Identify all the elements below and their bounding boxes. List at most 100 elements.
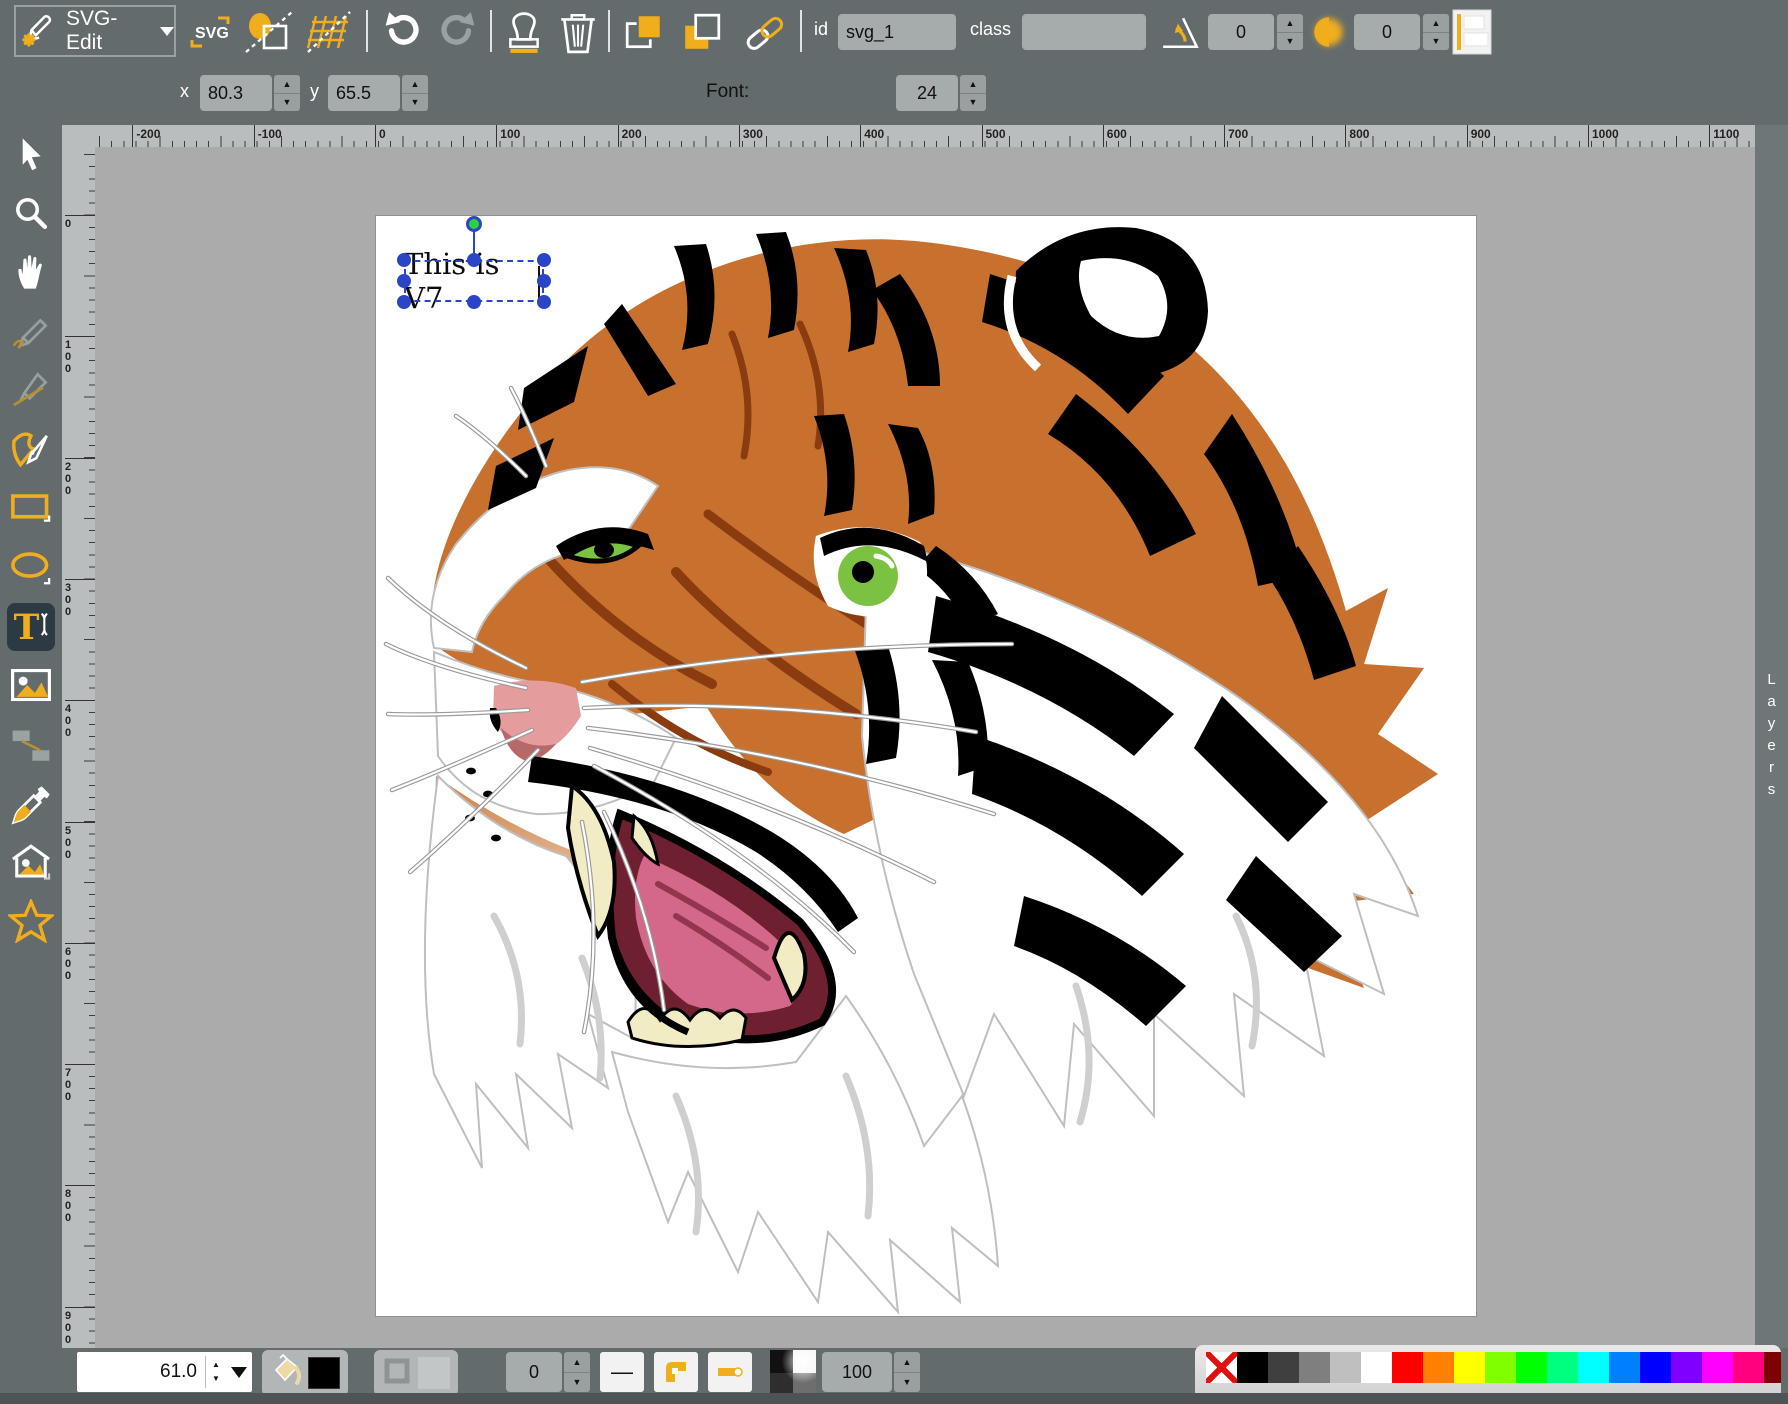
hruler-label--100: -100	[254, 125, 282, 147]
rotation-input[interactable]	[1208, 14, 1274, 50]
selection-handle-ne[interactable]	[537, 253, 551, 267]
undo-button[interactable]	[378, 8, 426, 56]
stroke-color-group	[374, 1350, 458, 1396]
pan-tool-button[interactable]	[7, 247, 55, 295]
palette-swatch-#0000ff[interactable]	[1640, 1352, 1671, 1383]
linejoin-button[interactable]	[654, 1352, 698, 1392]
hruler-label-800: 800	[1345, 125, 1369, 147]
vruler-label-200: 200	[65, 458, 95, 497]
id-input[interactable]	[838, 14, 956, 50]
selection-handle-sw[interactable]	[397, 295, 411, 309]
star-tool-button[interactable]	[7, 897, 55, 945]
zoom-control[interactable]: 61.0 ▲▼	[77, 1352, 252, 1392]
blur-spinner[interactable]: ▲▼	[1423, 14, 1449, 50]
ellipse-tool-button[interactable]	[7, 545, 55, 593]
layers-panel-toggle[interactable]: Layers	[1755, 125, 1788, 1348]
rotation-spinner[interactable]: ▲▼	[1277, 14, 1303, 50]
selection-handle-se[interactable]	[537, 295, 551, 309]
zoom-value: 61.0	[77, 1361, 205, 1383]
image-properties-button[interactable]	[242, 8, 296, 56]
font-size-spinner[interactable]: ▲▼	[960, 75, 986, 111]
stroke-color-swatch[interactable]	[418, 1357, 450, 1389]
palette-swatch-#3f3f3f[interactable]	[1268, 1352, 1299, 1383]
x-spinner[interactable]: ▲▼	[274, 75, 300, 111]
class-label: class	[970, 19, 1011, 40]
palette-swatch-#ff7f00[interactable]	[1423, 1352, 1454, 1383]
selection-handle-e[interactable]	[537, 274, 551, 288]
line-tool-button[interactable]	[7, 365, 55, 413]
vruler-label-600: 600	[65, 943, 95, 982]
palette-swatch-none[interactable]	[1206, 1352, 1237, 1383]
selection-handle-n[interactable]	[467, 253, 481, 267]
make-link-button[interactable]	[738, 8, 792, 56]
align-left-button[interactable]	[1450, 8, 1494, 56]
pencil-tool-button[interactable]	[7, 307, 55, 355]
palette-swatch-#00ff00[interactable]	[1516, 1352, 1547, 1383]
eyedropper-tool-button[interactable]	[7, 781, 55, 829]
selection-handle-s[interactable]	[467, 295, 481, 309]
palette-swatch-#000000[interactable]	[1237, 1352, 1268, 1383]
palette-swatch-#00ffff[interactable]	[1578, 1352, 1609, 1383]
window-bottom-edge	[0, 1393, 1788, 1404]
text-tool-button[interactable]: T	[7, 603, 55, 651]
blur-input[interactable]	[1354, 14, 1420, 50]
stroke-width-spinner[interactable]: ▲▼	[564, 1352, 590, 1392]
y-input[interactable]	[328, 75, 400, 111]
tiger-artwork[interactable]	[376, 216, 1476, 1316]
select-tool-button[interactable]	[7, 131, 55, 179]
zoom-dropdown-button[interactable]	[226, 1367, 252, 1378]
x-input[interactable]	[200, 75, 272, 111]
move-to-back-button[interactable]	[678, 8, 726, 56]
move-to-front-button[interactable]	[620, 8, 668, 56]
selection-handle-nw[interactable]	[397, 253, 411, 267]
font-label: Font:	[706, 81, 749, 103]
opacity-input[interactable]	[822, 1352, 892, 1392]
palette-swatch-#7f7f7f[interactable]	[1299, 1352, 1330, 1383]
stroke-square-icon	[382, 1356, 412, 1391]
hruler-label-0: 0	[375, 125, 386, 147]
main-menu-button[interactable]: SVG-Edit	[14, 5, 176, 57]
connector-tool-button[interactable]	[7, 721, 55, 769]
stroke-width-input[interactable]	[506, 1352, 562, 1392]
hruler-label-200: 200	[618, 125, 642, 147]
horizontal-ruler: -200-10001002003004005006007008009001000…	[62, 125, 1755, 147]
palette-swatch-#007fff[interactable]	[1609, 1352, 1640, 1383]
palette-swatch-#7f00ff[interactable]	[1671, 1352, 1702, 1383]
path-tool-button[interactable]	[7, 425, 55, 473]
linecap-button[interactable]	[708, 1352, 752, 1392]
palette-swatch-#ffff00[interactable]	[1454, 1352, 1485, 1383]
class-input[interactable]	[1022, 14, 1146, 50]
rectangle-tool-button[interactable]	[7, 485, 55, 533]
y-spinner[interactable]: ▲▼	[402, 75, 428, 111]
fill-color-swatch[interactable]	[308, 1357, 340, 1389]
stroke-style-button[interactable]: —	[600, 1352, 644, 1392]
zoom-tool-button[interactable]	[7, 189, 55, 237]
palette-swatch-#00ff7f[interactable]	[1547, 1352, 1578, 1383]
hruler-label-600: 600	[1103, 125, 1127, 147]
hruler-label-500: 500	[982, 125, 1006, 147]
selection-handle-w[interactable]	[397, 274, 411, 288]
palette-swatch-#ffffff[interactable]	[1361, 1352, 1392, 1383]
work-area[interactable]: This is V7	[95, 147, 1755, 1348]
shape-library-button[interactable]	[7, 839, 55, 887]
palette-swatch-#7fff00[interactable]	[1485, 1352, 1516, 1383]
svg-canvas[interactable]: This is V7	[375, 215, 1477, 1317]
grid-button[interactable]	[302, 8, 356, 56]
clone-button[interactable]	[500, 8, 548, 56]
palette-swatch-#ff00ff[interactable]	[1702, 1352, 1733, 1383]
opacity-spinner[interactable]: ▲▼	[894, 1352, 920, 1392]
image-tool-button[interactable]	[7, 661, 55, 709]
palette-swatch-#bfbfbf[interactable]	[1330, 1352, 1361, 1383]
delete-button[interactable]	[554, 8, 602, 56]
source-editor-button[interactable]: SVG	[186, 8, 234, 56]
palette-swatch-#7f0000[interactable]	[1764, 1352, 1781, 1383]
vertical-ruler: 0100200300400500600700800900	[62, 147, 95, 1348]
hruler-label-300: 300	[739, 125, 763, 147]
palette-swatch-#ff0000[interactable]	[1392, 1352, 1423, 1383]
redo-button[interactable]	[434, 8, 482, 56]
font-size-input[interactable]	[896, 75, 958, 111]
zoom-spinner[interactable]: ▲▼	[206, 1360, 226, 1384]
palette-swatch-#ff007f[interactable]	[1733, 1352, 1764, 1383]
hruler-label-1100: 1100	[1709, 125, 1739, 147]
rotate-handle[interactable]	[466, 216, 482, 232]
